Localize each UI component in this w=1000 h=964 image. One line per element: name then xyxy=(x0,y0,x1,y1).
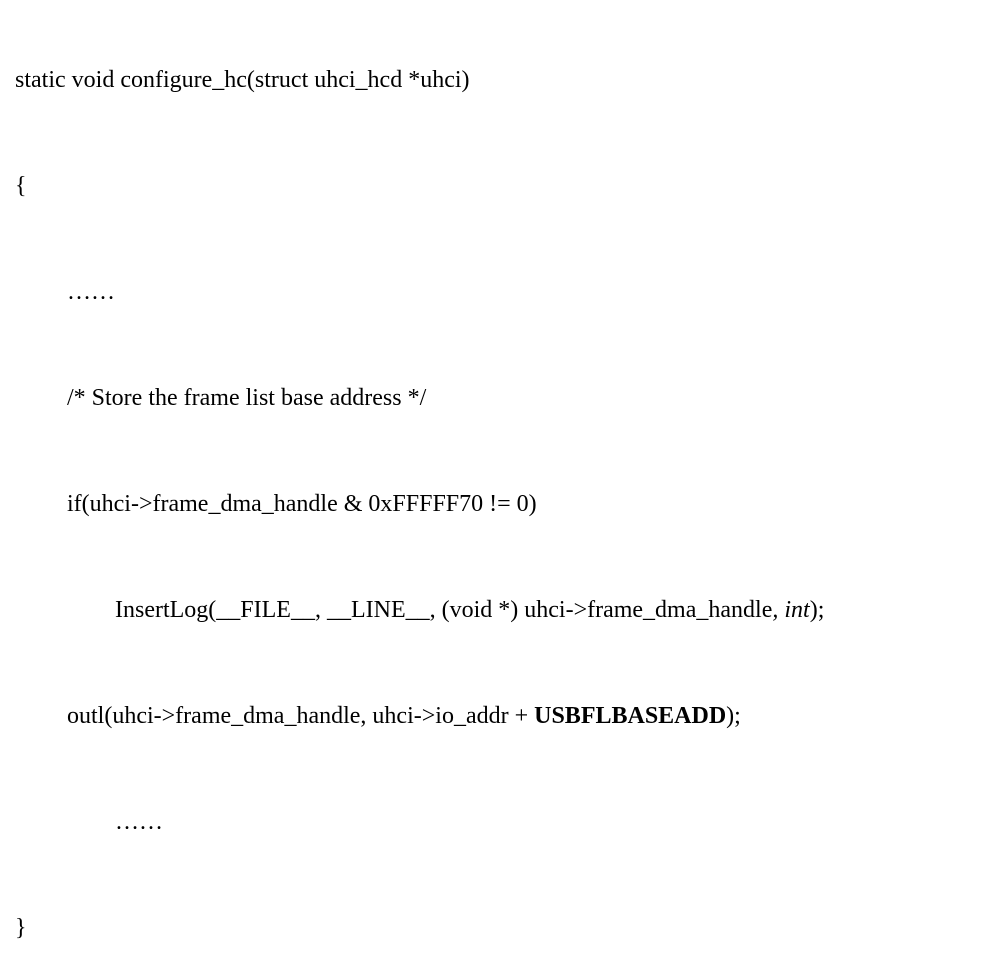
code-snippet: static void configure_hc(struct uhci_hcd… xyxy=(15,20,985,964)
code-line-1: static void configure_hc(struct uhci_hcd… xyxy=(15,68,985,92)
code-line-3-ellipsis: …… xyxy=(15,280,985,304)
code-line-7-part2: ); xyxy=(726,703,741,729)
code-line-6-part2: ); xyxy=(810,597,825,623)
code-line-2: { xyxy=(15,174,985,198)
code-line-7-bold: USBFLBASEADD xyxy=(534,703,726,729)
code-line-8-ellipsis: …… xyxy=(15,810,985,834)
code-line-7-part1: outl(uhci->frame_dma_handle, uhci->io_ad… xyxy=(67,703,534,729)
code-line-5-if: if(uhci->frame_dma_handle & 0xFFFFF70 !=… xyxy=(15,492,985,516)
code-line-6-part1: InsertLog(__FILE__, __LINE__, (void *) u… xyxy=(115,597,772,623)
code-line-6-insertlog: InsertLog(__FILE__, __LINE__, (void *) u… xyxy=(15,598,985,622)
code-line-6-italic: , int xyxy=(772,597,809,623)
code-line-4-comment: /* Store the frame list base address */ xyxy=(15,386,985,410)
code-line-9: } xyxy=(15,916,985,940)
code-line-7-outl: outl(uhci->frame_dma_handle, uhci->io_ad… xyxy=(15,704,985,728)
